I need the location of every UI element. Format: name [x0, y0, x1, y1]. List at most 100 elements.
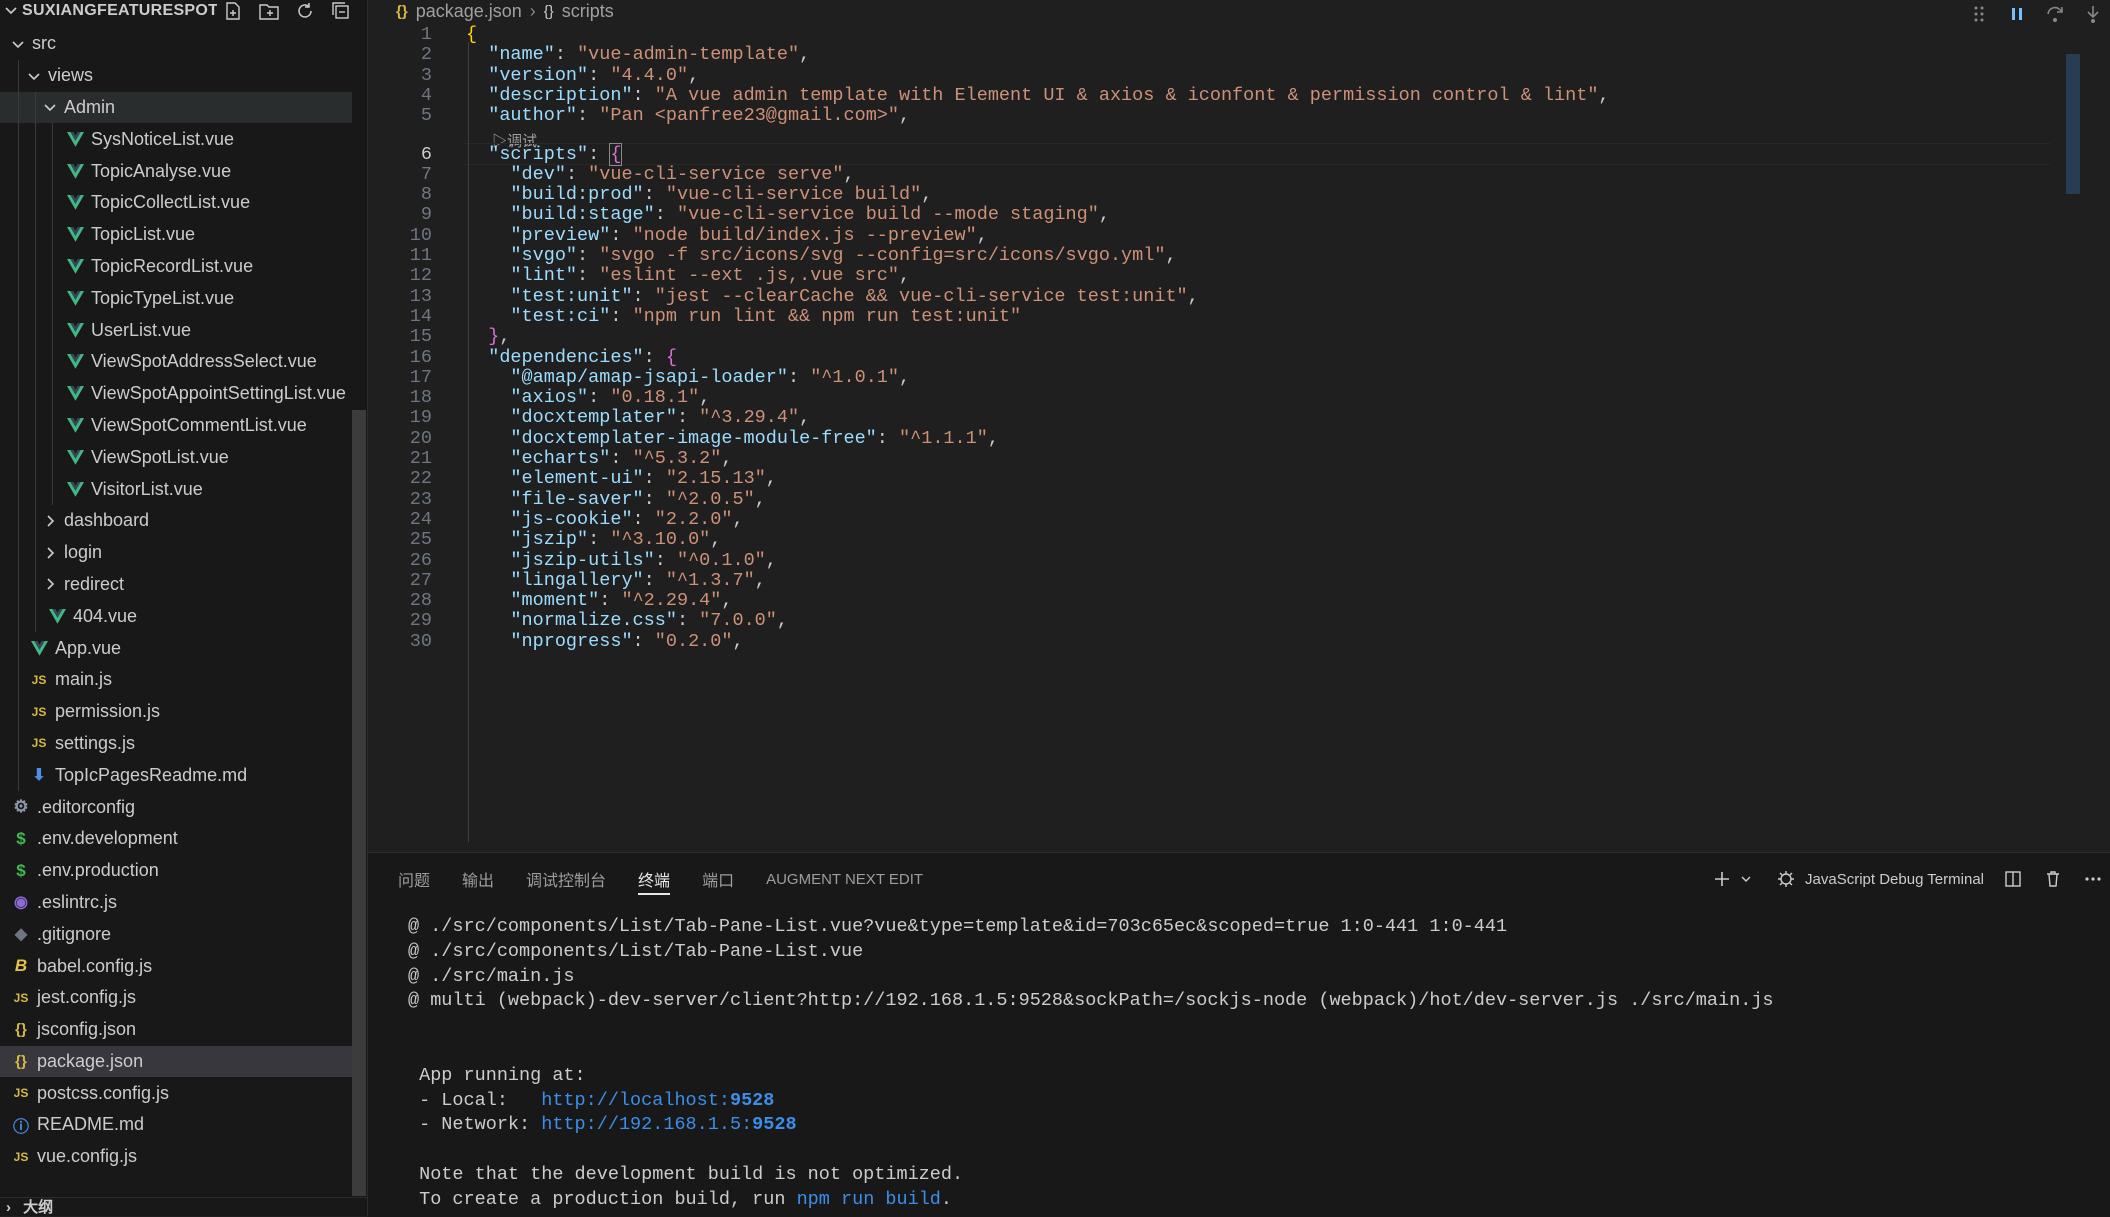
code-line[interactable]: "jszip": "^3.10.0", [466, 529, 721, 550]
split-terminal-icon[interactable] [2002, 868, 2024, 890]
tree-file[interactable]: App.vue [0, 632, 352, 664]
code-line[interactable]: "file-saver": "^2.0.5", [466, 489, 765, 510]
code-line[interactable]: "lint": "eslint --ext .js,.vue src", [466, 265, 910, 286]
tree-file[interactable]: JS postcss.config.js [0, 1077, 352, 1109]
tree-folder[interactable]: login [0, 536, 352, 569]
step-into-icon[interactable] [2082, 3, 2104, 25]
tree-file[interactable]: ⬇ TopIcPagesReadme.md [0, 759, 352, 792]
code-line[interactable]: "svgo": "svgo -f src/icons/svg --config=… [466, 245, 1176, 266]
code-line[interactable]: }, [466, 326, 510, 347]
code-line[interactable]: "description": "A vue admin template wit… [466, 85, 1609, 106]
panel-tab[interactable]: 终端 [638, 853, 671, 905]
tree-file[interactable]: TopicRecordList.vue [0, 250, 352, 283]
tree-file[interactable]: {} package.json [0, 1045, 352, 1078]
step-over-icon[interactable] [2044, 3, 2066, 25]
tree-file[interactable]: Bbabel.config.js [0, 950, 352, 982]
terminal-link[interactable]: 9528 [752, 1114, 796, 1135]
code-line[interactable]: "author": "Pan <panfree23@gmail.com>", [466, 105, 910, 126]
tree-folder[interactable]: dashboard [0, 504, 352, 537]
code-line[interactable]: "lingallery": "^1.3.7", [466, 570, 765, 591]
code-line[interactable]: "docxtemplater-image-module-free": "^1.1… [466, 428, 999, 449]
outline-section[interactable]: › 大纲 [0, 1197, 368, 1216]
tree-file[interactable]: TopicTypeList.vue [0, 282, 352, 315]
code-line[interactable]: "version": "4.4.0", [466, 65, 699, 86]
tree-file[interactable]: ViewSpotList.vue [0, 441, 352, 474]
tree-folder[interactable]: Admin [0, 91, 352, 124]
trash-icon[interactable] [2042, 868, 2064, 890]
code-line[interactable]: "test:unit": "jest --clearCache && vue-c… [466, 286, 1198, 307]
code-line[interactable]: "name": "vue-admin-template", [466, 44, 810, 65]
chevron-down-icon[interactable] [1735, 868, 1757, 890]
panel-tab[interactable]: 端口 [702, 853, 734, 905]
code-line[interactable]: "dependencies": { [466, 347, 677, 368]
tree-file[interactable]: JS permission.js [0, 695, 352, 728]
add-terminal-icon[interactable] [1711, 868, 1733, 890]
breadcrumb-symbol[interactable]: scripts [562, 1, 614, 22]
code-line[interactable]: "moment": "^2.29.4", [466, 590, 732, 611]
code-line[interactable]: "@amap/amap-jsapi-loader": "^1.0.1", [466, 367, 910, 388]
panel-tab[interactable]: 调试控制台 [526, 853, 606, 905]
code-line[interactable]: "test:ci": "npm run lint && npm run test… [466, 306, 1021, 327]
tree-file[interactable]: $ .env.production [0, 855, 352, 887]
code-editor[interactable]: 1 {2 "name": "vue-admin-template", 3 "vers… [368, 24, 2080, 852]
panel-tab[interactable]: 问题 [398, 853, 430, 905]
sidebar-scrollbar[interactable] [352, 410, 366, 1196]
collapse-all-icon[interactable] [330, 0, 352, 22]
code-line[interactable]: "dev": "vue-cli-service serve", [466, 164, 854, 185]
code-line[interactable]: "element-ui": "2.15.13", [466, 468, 776, 489]
tree-file[interactable]: ViewSpotCommentList.vue [0, 409, 352, 442]
code-line[interactable]: "build:prod": "vue-cli-service build", [466, 184, 932, 205]
tree-folder[interactable]: src [0, 28, 352, 60]
json-file-icon: {} [396, 2, 408, 20]
code-line[interactable]: "jszip-utils": "^0.1.0", [466, 550, 776, 571]
terminal-link[interactable]: http://localhost: [541, 1090, 730, 1111]
tree-file[interactable]: ◉ .eslintrc.js [0, 887, 352, 919]
code-line[interactable]: "normalize.css": "7.0.0", [466, 610, 788, 631]
tree-file[interactable]: ⚙ .editorconfig [0, 791, 352, 823]
refresh-icon[interactable] [294, 0, 316, 22]
code-line[interactable]: "js-cookie": "2.2.0", [466, 509, 743, 530]
breadcrumb-file[interactable]: package.json [416, 1, 522, 22]
new-folder-icon[interactable] [258, 0, 280, 22]
pause-icon[interactable] [2006, 3, 2028, 25]
tree-file[interactable]: JS vue.config.js [0, 1141, 352, 1173]
editor-scrollbar[interactable] [2066, 54, 2080, 194]
tree-file[interactable]: $ .env.development [0, 823, 352, 855]
terminal-name[interactable]: JavaScript Debug Terminal [1805, 871, 1984, 888]
tree-folder[interactable]: views [0, 59, 352, 92]
tree-folder[interactable]: redirect [0, 568, 352, 601]
tree-file[interactable]: JS settings.js [0, 727, 352, 760]
tree-file[interactable]: TopicList.vue [0, 218, 352, 251]
code-line[interactable]: "build:stage": "vue-cli-service build --… [466, 204, 1110, 225]
tree-file[interactable]: TopicAnalyse.vue [0, 155, 352, 187]
panel-tab[interactable]: 输出 [462, 853, 494, 905]
tree-file[interactable]: JS jest.config.js [0, 982, 352, 1014]
code-line[interactable]: "axios": "0.18.1", [466, 387, 710, 408]
code-line[interactable]: "echarts": "^5.3.2", [466, 448, 732, 469]
code-line[interactable]: "docxtemplater": "^3.29.4", [466, 407, 810, 428]
code-line[interactable]: "preview": "node build/index.js --previe… [466, 225, 987, 246]
terminal-link[interactable]: 9528 [730, 1090, 774, 1111]
chevron-down-icon[interactable] [4, 3, 18, 22]
tree-file[interactable]: ViewSpotAddressSelect.vue [0, 345, 352, 378]
tree-file[interactable]: 404.vue [0, 600, 352, 633]
terminal-link[interactable]: http://192.168.1.5: [541, 1114, 752, 1135]
tree-file[interactable]: JS main.js [0, 663, 352, 696]
project-title[interactable]: SUXIANGFEATURESPOT... [22, 2, 217, 20]
drag-handle-icon[interactable] [1968, 3, 1990, 25]
tree-file[interactable]: UserList.vue [0, 314, 352, 346]
tree-file[interactable]: ⓘ README.md [0, 1109, 352, 1141]
terminal-link[interactable]: npm run build [797, 1189, 941, 1210]
more-actions-icon[interactable] [2082, 868, 2104, 890]
tree-file[interactable]: SysNoticeList.vue [0, 123, 352, 156]
tree-file[interactable]: ◆ .gitignore [0, 918, 352, 950]
tree-file[interactable]: TopicCollectList.vue [0, 186, 352, 219]
panel-tab[interactable]: AUGMENT NEXT EDIT [766, 853, 923, 905]
tree-file[interactable]: ViewSpotAppointSettingList.vue [0, 377, 352, 410]
new-file-icon[interactable] [222, 0, 244, 22]
code-line[interactable]: "nprogress": "0.2.0", [466, 631, 743, 652]
terminal-output[interactable]: @ ./src/components/List/Tab-Pane-List.vu… [408, 915, 1774, 1213]
tree-file[interactable]: {} jsconfig.json [0, 1014, 352, 1046]
code-line[interactable]: "scripts": { [466, 142, 623, 166]
tree-file[interactable]: VisitorList.vue [0, 473, 352, 505]
